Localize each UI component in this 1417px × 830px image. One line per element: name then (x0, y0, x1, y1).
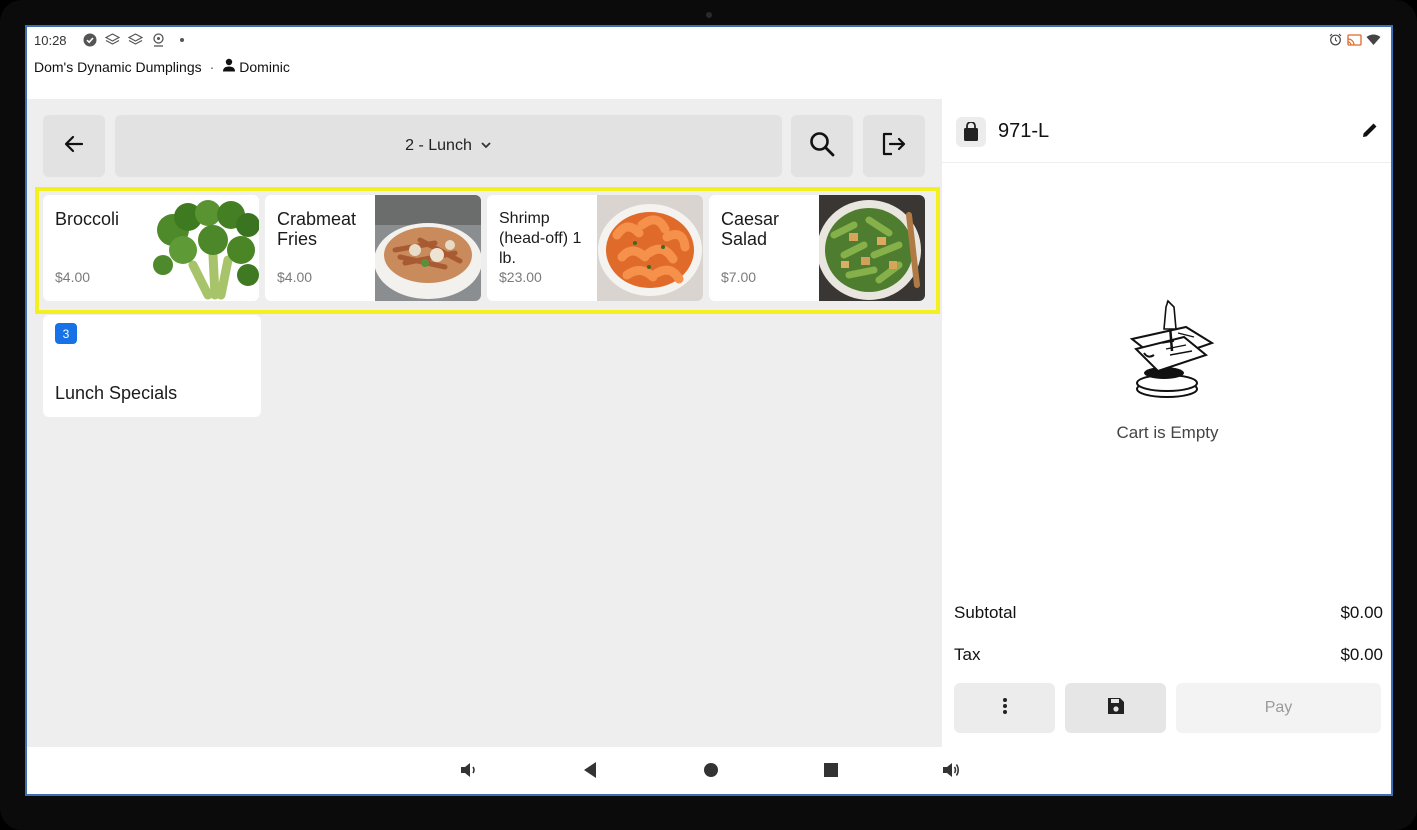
volume-down-icon[interactable] (459, 761, 479, 784)
shrimp-image (597, 195, 703, 301)
layers-icon (128, 32, 143, 47)
status-icons-left (82, 32, 189, 47)
person-icon (222, 58, 236, 75)
menu-panel: 2 - Lunch Broccoli $4.00 Crabmeat Fries … (27, 99, 942, 747)
menu-item-name: Crabmeat Fries (277, 209, 357, 249)
category-tile-lunch-specials[interactable]: 3 Lunch Specials (43, 315, 261, 417)
status-icons-right (1328, 32, 1381, 47)
user-chip[interactable]: Dominic (222, 58, 290, 75)
menu-item-crabmeat-fries[interactable]: Crabmeat Fries $4.00 (265, 195, 481, 301)
order-panel: 971-L Cart is Empty Subtotal $0.00 Tax $… (942, 99, 1391, 747)
category-tile-label: Lunch Specials (55, 383, 178, 403)
caesar-salad-image (819, 195, 925, 301)
crabmeat-fries-image (375, 195, 481, 301)
search-icon (808, 130, 836, 163)
menu-item-name: Caesar Salad (721, 209, 780, 249)
dot-icon (174, 32, 189, 47)
tax-label: Tax (954, 645, 981, 664)
menu-item-price: $4.00 (277, 269, 313, 285)
wifi-icon (1366, 32, 1381, 47)
broccoli-image (153, 195, 259, 301)
camera-dot (706, 12, 712, 18)
save-icon (1107, 697, 1125, 720)
order-header: 971-L (942, 99, 1391, 163)
item-count-badge: 3 (55, 323, 77, 344)
check-circle-icon (82, 32, 97, 47)
alarm-icon (1328, 32, 1343, 47)
home-nav-icon[interactable] (703, 761, 719, 784)
cast-icon (1347, 32, 1362, 47)
save-order-button[interactable] (1065, 683, 1166, 733)
menu-item-name: Shrimp (head-off) 1 lb. (499, 210, 582, 267)
tax-row: Tax $0.00 (954, 645, 1383, 665)
order-number: 971-L (998, 120, 1050, 142)
user-name: Dominic (239, 58, 290, 75)
system-nav-bar (27, 747, 1391, 794)
empty-cart-illustration (1114, 299, 1220, 406)
subtotal-row: Subtotal $0.00 (954, 603, 1383, 623)
device-bezel: 10:28 Dom's Dynamic Dumplings · Dominic … (0, 0, 1417, 830)
header-separator: · (209, 58, 215, 75)
volume-up-icon[interactable] (941, 761, 961, 784)
menu-item-price: $7.00 (721, 269, 757, 285)
shopping-bag-icon (956, 117, 986, 147)
category-dropdown[interactable]: 2 - Lunch (115, 115, 782, 177)
arrow-left-icon (63, 133, 85, 160)
back-button[interactable] (43, 115, 105, 177)
menu-item-price: $4.00 (55, 269, 91, 285)
more-options-button[interactable] (954, 683, 1055, 733)
menu-item-name: Broccoli (55, 209, 120, 229)
category-label: 2 - Lunch (405, 137, 472, 154)
logout-icon (881, 131, 907, 162)
chevron-down-icon (480, 137, 492, 155)
store-name: Dom's Dynamic Dumplings (34, 58, 202, 75)
pencil-icon (1361, 123, 1379, 143)
more-vertical-icon (1002, 697, 1008, 720)
status-bar: 10:28 (27, 27, 1391, 53)
tablet-screen: 10:28 Dom's Dynamic Dumplings · Dominic … (25, 25, 1393, 796)
menu-item-broccoli[interactable]: Broccoli $4.00 (43, 195, 259, 301)
back-nav-icon[interactable] (582, 761, 598, 784)
empty-cart-text: Cart is Empty (1116, 423, 1219, 442)
edit-order-button[interactable] (1361, 121, 1379, 144)
exit-button[interactable] (863, 115, 925, 177)
status-time: 10:28 (34, 33, 67, 48)
recents-nav-icon[interactable] (823, 761, 839, 784)
layers-icon (105, 32, 120, 47)
menu-item-shrimp[interactable]: Shrimp (head-off) 1 lb. $23.00 (487, 195, 703, 301)
subtotal-value: $0.00 (1340, 603, 1383, 622)
pay-button[interactable]: Pay (1176, 683, 1381, 733)
location-icon (151, 32, 166, 47)
menu-item-caesar-salad[interactable]: Caesar Salad $7.00 (709, 195, 925, 301)
menu-item-price: $23.00 (499, 269, 542, 285)
tax-value: $0.00 (1340, 645, 1383, 664)
app-header: Dom's Dynamic Dumplings · Dominic (34, 58, 290, 75)
search-button[interactable] (791, 115, 853, 177)
subtotal-label: Subtotal (954, 603, 1017, 622)
